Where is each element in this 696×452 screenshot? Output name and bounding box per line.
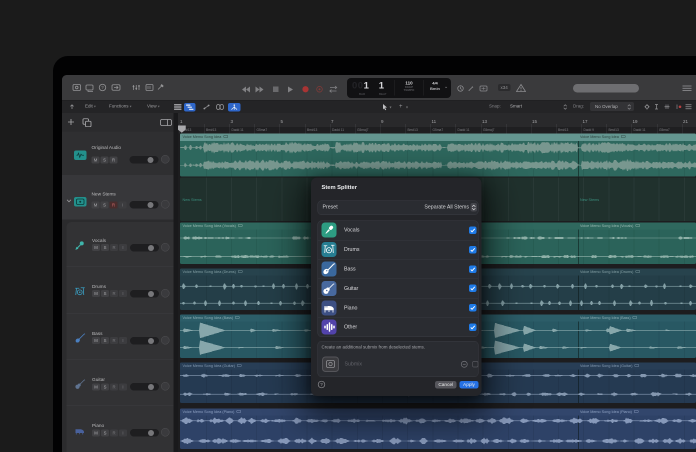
svg-text:?: ? — [101, 85, 104, 90]
svg-text:?: ? — [320, 382, 323, 387]
